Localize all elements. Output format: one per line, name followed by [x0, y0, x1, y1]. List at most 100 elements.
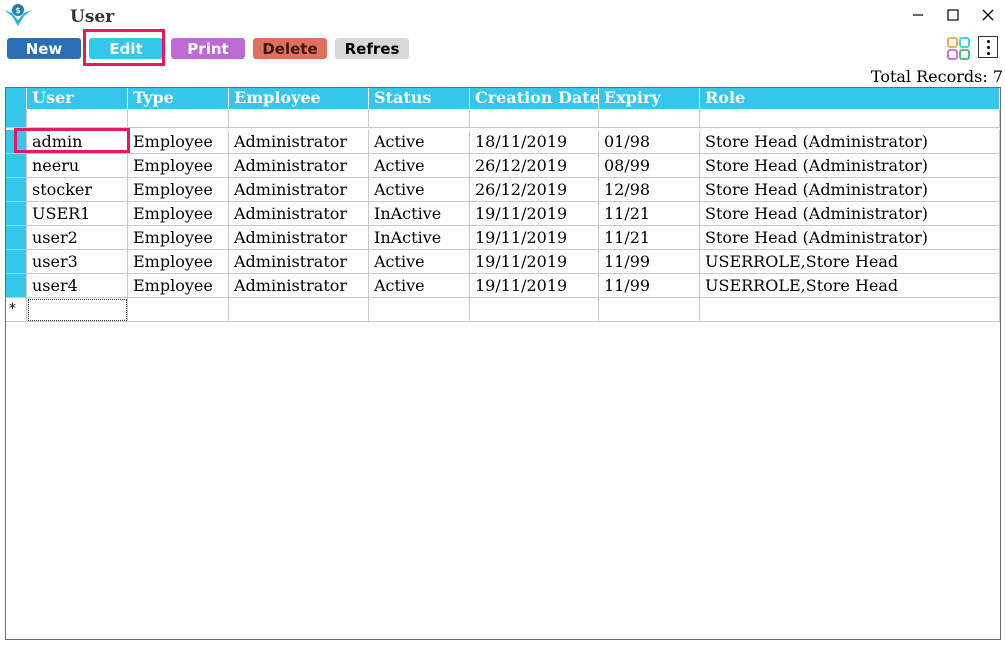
cell-expiry[interactable]: 11/21	[599, 226, 700, 250]
filter-cell-expiry[interactable]	[599, 109, 700, 128]
row-header[interactable]	[6, 202, 27, 226]
cell-employee[interactable]: Administrator	[229, 178, 369, 202]
new-cell-creation-date[interactable]	[470, 298, 599, 322]
cell-expiry[interactable]: 11/99	[599, 274, 700, 298]
cell-status[interactable]: Active	[369, 154, 470, 178]
table-row[interactable]: neeru Employee Administrator Active 26/1…	[6, 154, 1000, 178]
row-header[interactable]	[6, 154, 27, 178]
cell-employee[interactable]: Administrator	[229, 202, 369, 226]
cell-type[interactable]: Employee	[128, 154, 229, 178]
cell-creation-date[interactable]: 18/11/2019	[470, 130, 599, 154]
row-header[interactable]	[6, 250, 27, 274]
filter-cell-type[interactable]	[128, 109, 229, 128]
cell-user[interactable]: user2	[27, 226, 128, 250]
cell-creation-date[interactable]: 19/11/2019	[470, 274, 599, 298]
filter-cell-user[interactable]	[27, 109, 128, 128]
cell-expiry[interactable]: 12/98	[599, 178, 700, 202]
cell-expiry[interactable]: 01/98	[599, 130, 700, 154]
filter-cell-creation-date[interactable]	[470, 109, 599, 128]
column-header-user[interactable]: User	[27, 88, 128, 109]
cell-status[interactable]: Active	[369, 130, 470, 154]
cell-creation-date[interactable]: 26/12/2019	[470, 178, 599, 202]
filter-cell-role[interactable]	[700, 109, 1000, 128]
edit-button[interactable]: Edit	[89, 38, 163, 59]
cell-role[interactable]: Store Head (Administrator)	[700, 130, 1000, 154]
cell-role[interactable]: USERROLE,Store Head	[700, 250, 1000, 274]
cell-creation-date[interactable]: 19/11/2019	[470, 202, 599, 226]
new-cell-type[interactable]	[128, 298, 229, 322]
refresh-button[interactable]: Refres	[335, 38, 409, 59]
cell-user[interactable]: neeru	[27, 154, 128, 178]
layout-grid-icon[interactable]	[946, 36, 972, 62]
column-header-expiry[interactable]: Expiry	[599, 88, 700, 109]
table-row[interactable]: USER1 Employee Administrator InActive 19…	[6, 202, 1000, 226]
column-header-role[interactable]: Role	[700, 88, 1000, 109]
cell-role[interactable]: USERROLE,Store Head	[700, 274, 1000, 298]
cell-expiry[interactable]: 08/99	[599, 154, 700, 178]
table-row[interactable]: user2 Employee Administrator InActive 19…	[6, 226, 1000, 250]
column-header-employee[interactable]: Employee	[229, 88, 369, 109]
cell-type[interactable]: Employee	[128, 130, 229, 154]
cell-user[interactable]: admin	[27, 130, 128, 154]
cell-user[interactable]: USER1	[27, 202, 128, 226]
cell-type[interactable]: Employee	[128, 178, 229, 202]
cell-status[interactable]: InActive	[369, 202, 470, 226]
row-header[interactable]	[6, 178, 27, 202]
delete-button[interactable]: Delete	[253, 38, 327, 59]
cell-role[interactable]: Store Head (Administrator)	[700, 202, 1000, 226]
column-header-status[interactable]: Status	[369, 88, 470, 109]
cell-role[interactable]: Store Head (Administrator)	[700, 178, 1000, 202]
cell-type[interactable]: Employee	[128, 250, 229, 274]
cell-employee[interactable]: Administrator	[229, 154, 369, 178]
new-row[interactable]: *	[6, 298, 1000, 322]
cell-user[interactable]: stocker	[27, 178, 128, 202]
cell-expiry[interactable]: 11/21	[599, 202, 700, 226]
row-header[interactable]	[6, 226, 27, 250]
cell-employee[interactable]: Administrator	[229, 130, 369, 154]
cell-creation-date[interactable]: 26/12/2019	[470, 154, 599, 178]
row-header[interactable]	[6, 274, 27, 298]
row-header	[6, 109, 27, 128]
more-vertical-icon[interactable]	[978, 36, 998, 58]
cell-status[interactable]: Active	[369, 274, 470, 298]
cell-creation-date[interactable]: 19/11/2019	[470, 226, 599, 250]
table-row[interactable]: admin Employee Administrator Active 18/1…	[6, 130, 1000, 154]
cell-status[interactable]: Active	[369, 178, 470, 202]
table-row[interactable]: user4 Employee Administrator Active 19/1…	[6, 274, 1000, 298]
cell-type[interactable]: Employee	[128, 202, 229, 226]
cell-status[interactable]: Active	[369, 250, 470, 274]
table-row[interactable]: stocker Employee Administrator Active 26…	[6, 178, 1000, 202]
new-cell-user[interactable]	[27, 298, 128, 322]
cell-employee[interactable]: Administrator	[229, 250, 369, 274]
cell-role[interactable]: Store Head (Administrator)	[700, 154, 1000, 178]
cell-type[interactable]: Employee	[128, 226, 229, 250]
print-button[interactable]: Print	[171, 38, 245, 59]
row-header-corner	[6, 88, 27, 109]
cell-employee[interactable]: Administrator	[229, 274, 369, 298]
cell-user[interactable]: user4	[27, 274, 128, 298]
cell-expiry[interactable]: 11/99	[599, 250, 700, 274]
cell-type[interactable]: Employee	[128, 274, 229, 298]
cell-status[interactable]: InActive	[369, 226, 470, 250]
new-cell-employee[interactable]	[229, 298, 369, 322]
minimize-icon[interactable]	[906, 4, 930, 26]
new-cell-role[interactable]	[700, 298, 1000, 322]
table-row[interactable]: user3 Employee Administrator Active 19/1…	[6, 250, 1000, 274]
row-header[interactable]	[6, 130, 27, 154]
total-records: Total Records: 7	[870, 67, 1003, 86]
cell-creation-date[interactable]: 19/11/2019	[470, 250, 599, 274]
new-cell-status[interactable]	[369, 298, 470, 322]
new-cell-expiry[interactable]	[599, 298, 700, 322]
filter-cell-employee[interactable]	[229, 109, 369, 128]
column-header-type[interactable]: Type	[128, 88, 229, 109]
users-grid[interactable]: User Type Employee Status Creation Date …	[5, 87, 1001, 640]
close-icon[interactable]	[976, 4, 1000, 26]
filter-row	[6, 109, 1000, 128]
column-header-creation-date[interactable]: Creation Date	[470, 88, 599, 109]
cell-user[interactable]: user3	[27, 250, 128, 274]
filter-cell-status[interactable]	[369, 109, 470, 128]
cell-role[interactable]: Store Head (Administrator)	[700, 226, 1000, 250]
cell-employee[interactable]: Administrator	[229, 226, 369, 250]
new-button[interactable]: New	[7, 38, 81, 59]
maximize-icon[interactable]	[941, 4, 965, 26]
